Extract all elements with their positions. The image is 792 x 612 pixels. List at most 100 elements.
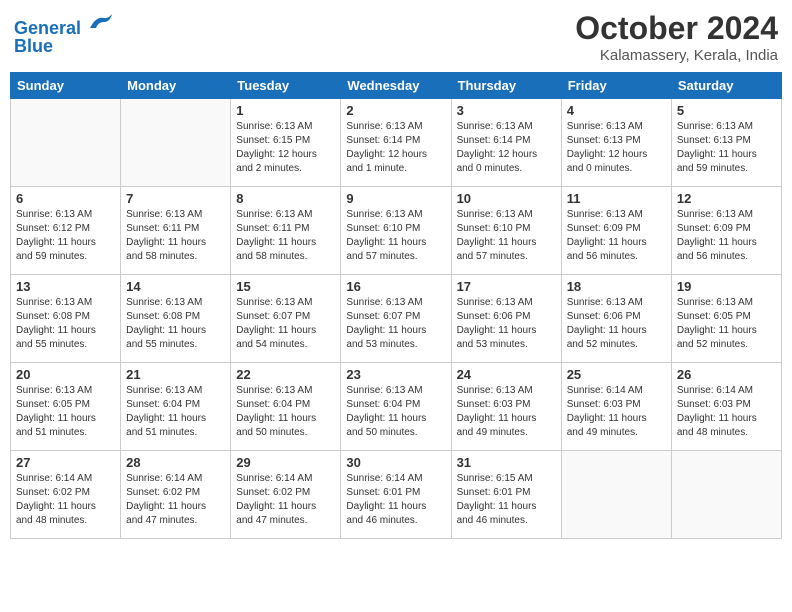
day-info: Sunrise: 6:13 AMSunset: 6:15 PMDaylight:… — [236, 120, 335, 176]
day-info: Sunrise: 6:13 AMSunset: 6:10 PMDaylight:… — [457, 208, 556, 264]
calendar-cell: 15 Sunrise: 6:13 AMSunset: 6:07 PMDayligh… — [231, 275, 341, 363]
calendar-cell: 16Sunrise: 6:13 AMSunset: 6:07 PMDayligh… — [341, 275, 451, 363]
weekday-header-friday: Friday — [561, 73, 671, 99]
calendar-cell: 5 Sunrise: 6:13 AMSunset: 6:13 PMDaylight… — [671, 99, 781, 187]
day-number: 2 — [346, 103, 445, 118]
day-info: Sunrise: 6:13 AMSunset: 6:11 PMDaylight:… — [126, 208, 225, 264]
day-info: Sunrise: 6:14 AMSunset: 6:02 PMDaylight:… — [236, 472, 335, 528]
day-number: 16 — [346, 279, 445, 294]
weekday-header-row: SundayMondayTuesdayWednesdayThursdayFrid… — [11, 73, 782, 99]
calendar-cell — [11, 99, 121, 187]
day-number: 4 — [567, 103, 666, 118]
day-number: 8 — [236, 191, 335, 206]
day-number: 3 — [457, 103, 556, 118]
calendar-cell: 30Sunrise: 6:14 AMSunset: 6:01 PMDayligh… — [341, 451, 451, 539]
calendar-cell: 12Sunrise: 6:13 AMSunset: 6:09 PMDayligh… — [671, 187, 781, 275]
weekday-header-thursday: Thursday — [451, 73, 561, 99]
day-number: 11 — [567, 191, 666, 206]
calendar-cell: 14 Sunrise: 6:13 AMSunset: 6:08 PMDayligh… — [121, 275, 231, 363]
day-number: 30 — [346, 455, 445, 470]
day-number: 5 — [677, 103, 776, 118]
day-info: Sunrise: 6:13 AMSunset: 6:04 PMDaylight:… — [236, 384, 335, 440]
weekday-header-saturday: Saturday — [671, 73, 781, 99]
calendar-week-row: 13 Sunrise: 6:13 AMSunset: 6:08 PMDayligh… — [11, 275, 782, 363]
calendar-cell: 10 Sunrise: 6:13 AMSunset: 6:10 PMDayligh… — [451, 187, 561, 275]
day-number: 20 — [16, 367, 115, 382]
day-number: 10 — [457, 191, 556, 206]
day-number: 15 — [236, 279, 335, 294]
logo: General Blue — [14, 10, 116, 57]
day-number: 13 — [16, 279, 115, 294]
day-info: Sunrise: 6:13 AMSunset: 6:14 PMDaylight:… — [457, 120, 556, 176]
calendar-cell: 27Sunrise: 6:14 AMSunset: 6:02 PMDayligh… — [11, 451, 121, 539]
weekday-header-tuesday: Tuesday — [231, 73, 341, 99]
calendar-cell: 2 Sunrise: 6:13 AMSunset: 6:14 PMDaylight… — [341, 99, 451, 187]
calendar-cell: 6 Sunrise: 6:13 AMSunset: 6:12 PMDaylight… — [11, 187, 121, 275]
day-number: 6 — [16, 191, 115, 206]
calendar-cell: 29 Sunrise: 6:14 AMSunset: 6:02 PMDayligh… — [231, 451, 341, 539]
day-info: Sunrise: 6:13 AMSunset: 6:11 PMDaylight:… — [236, 208, 335, 264]
calendar-cell: 13 Sunrise: 6:13 AMSunset: 6:08 PMDayligh… — [11, 275, 121, 363]
calendar-cell: 17 Sunrise: 6:13 AMSunset: 6:06 PMDayligh… — [451, 275, 561, 363]
calendar-cell: 26 Sunrise: 6:14 AMSunset: 6:03 PMDayligh… — [671, 363, 781, 451]
day-info: Sunrise: 6:13 AMSunset: 6:09 PMDaylight:… — [567, 208, 666, 264]
day-number: 14 — [126, 279, 225, 294]
day-info: Sunrise: 6:13 AMSunset: 6:13 PMDaylight:… — [567, 120, 666, 176]
calendar-cell: 19Sunrise: 6:13 AMSunset: 6:05 PMDayligh… — [671, 275, 781, 363]
calendar-week-row: 1 Sunrise: 6:13 AMSunset: 6:15 PMDaylight… — [11, 99, 782, 187]
calendar-cell: 7 Sunrise: 6:13 AMSunset: 6:11 PMDaylight… — [121, 187, 231, 275]
calendar-cell: 4 Sunrise: 6:13 AMSunset: 6:13 PMDaylight… — [561, 99, 671, 187]
day-info: Sunrise: 6:13 AMSunset: 6:10 PMDaylight:… — [346, 208, 445, 264]
location: Kalamassery, Kerala, India — [575, 47, 778, 64]
calendar-week-row: 6 Sunrise: 6:13 AMSunset: 6:12 PMDaylight… — [11, 187, 782, 275]
weekday-header-sunday: Sunday — [11, 73, 121, 99]
calendar-cell: 1 Sunrise: 6:13 AMSunset: 6:15 PMDaylight… — [231, 99, 341, 187]
calendar-cell: 20Sunrise: 6:13 AMSunset: 6:05 PMDayligh… — [11, 363, 121, 451]
calendar-cell — [671, 451, 781, 539]
day-number: 22 — [236, 367, 335, 382]
day-number: 28 — [126, 455, 225, 470]
calendar-cell: 25Sunrise: 6:14 AMSunset: 6:03 PMDayligh… — [561, 363, 671, 451]
day-number: 27 — [16, 455, 115, 470]
day-info: Sunrise: 6:13 AMSunset: 6:08 PMDaylight:… — [126, 296, 225, 352]
calendar-cell: 23 Sunrise: 6:13 AMSunset: 6:04 PMDayligh… — [341, 363, 451, 451]
calendar-cell: 11 Sunrise: 6:13 AMSunset: 6:09 PMDayligh… — [561, 187, 671, 275]
day-number: 24 — [457, 367, 556, 382]
day-number: 19 — [677, 279, 776, 294]
day-info: Sunrise: 6:15 AMSunset: 6:01 PMDaylight:… — [457, 472, 556, 528]
calendar-cell — [121, 99, 231, 187]
weekday-header-wednesday: Wednesday — [341, 73, 451, 99]
calendar-table: SundayMondayTuesdayWednesdayThursdayFrid… — [10, 72, 782, 539]
calendar-cell: 28Sunrise: 6:14 AMSunset: 6:02 PMDayligh… — [121, 451, 231, 539]
day-info: Sunrise: 6:13 AMSunset: 6:04 PMDaylight:… — [126, 384, 225, 440]
day-info: Sunrise: 6:13 AMSunset: 6:04 PMDaylight:… — [346, 384, 445, 440]
day-number: 12 — [677, 191, 776, 206]
calendar-week-row: 20Sunrise: 6:13 AMSunset: 6:05 PMDayligh… — [11, 363, 782, 451]
calendar-cell: 18Sunrise: 6:13 AMSunset: 6:06 PMDayligh… — [561, 275, 671, 363]
logo-bird-icon — [88, 10, 116, 34]
day-info: Sunrise: 6:13 AMSunset: 6:13 PMDaylight:… — [677, 120, 776, 176]
day-info: Sunrise: 6:13 AMSunset: 6:14 PMDaylight:… — [346, 120, 445, 176]
page-header: General Blue October 2024 Kalamassery, K… — [10, 10, 782, 64]
calendar-cell: 3 Sunrise: 6:13 AMSunset: 6:14 PMDaylight… — [451, 99, 561, 187]
day-number: 1 — [236, 103, 335, 118]
day-info: Sunrise: 6:14 AMSunset: 6:03 PMDaylight:… — [677, 384, 776, 440]
calendar-cell: 24Sunrise: 6:13 AMSunset: 6:03 PMDayligh… — [451, 363, 561, 451]
calendar-cell: 21Sunrise: 6:13 AMSunset: 6:04 PMDayligh… — [121, 363, 231, 451]
day-number: 9 — [346, 191, 445, 206]
day-info: Sunrise: 6:13 AMSunset: 6:07 PMDaylight:… — [236, 296, 335, 352]
day-number: 29 — [236, 455, 335, 470]
title-section: October 2024 Kalamassery, Kerala, India — [575, 10, 778, 64]
day-info: Sunrise: 6:13 AMSunset: 6:08 PMDaylight:… — [16, 296, 115, 352]
day-number: 17 — [457, 279, 556, 294]
day-info: Sunrise: 6:13 AMSunset: 6:06 PMDaylight:… — [457, 296, 556, 352]
day-number: 23 — [346, 367, 445, 382]
day-number: 7 — [126, 191, 225, 206]
day-info: Sunrise: 6:13 AMSunset: 6:12 PMDaylight:… — [16, 208, 115, 264]
calendar-cell: 31Sunrise: 6:15 AMSunset: 6:01 PMDayligh… — [451, 451, 561, 539]
calendar-cell: 9 Sunrise: 6:13 AMSunset: 6:10 PMDaylight… — [341, 187, 451, 275]
calendar-cell — [561, 451, 671, 539]
day-number: 26 — [677, 367, 776, 382]
calendar-cell: 8 Sunrise: 6:13 AMSunset: 6:11 PMDaylight… — [231, 187, 341, 275]
month-title: October 2024 — [575, 10, 778, 47]
